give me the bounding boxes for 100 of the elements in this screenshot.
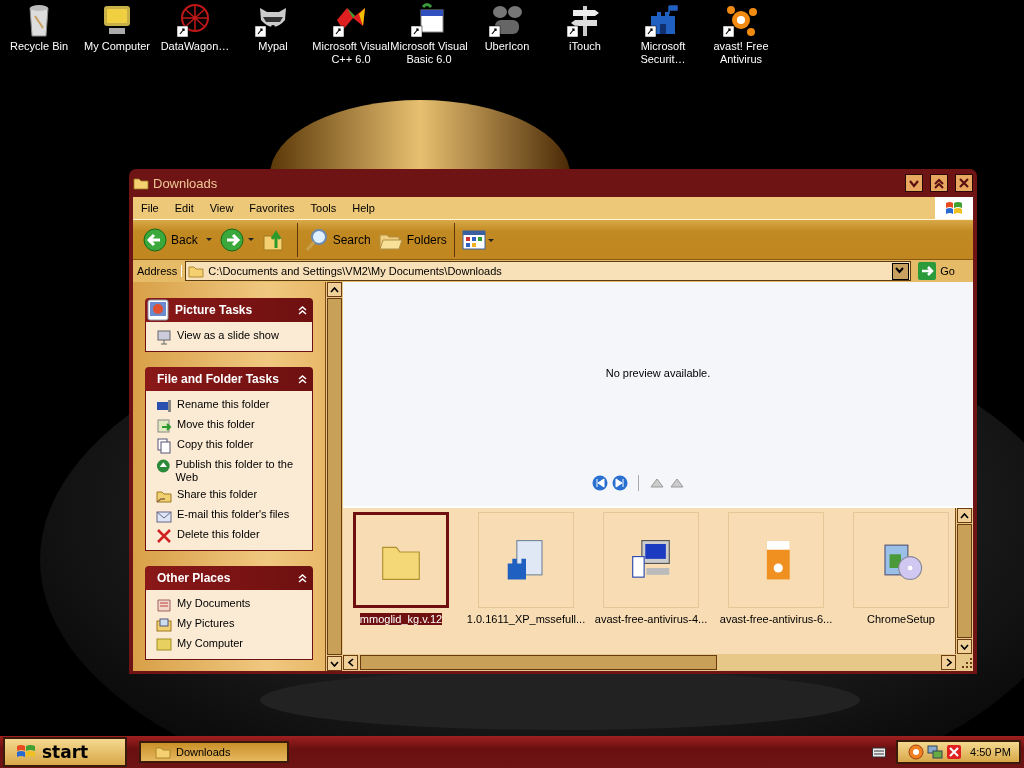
search-icon xyxy=(304,227,329,252)
move-icon xyxy=(156,418,172,434)
file-name[interactable]: ChromeSetup xyxy=(867,613,935,625)
scroll-right-button[interactable] xyxy=(941,655,956,670)
delete-icon xyxy=(156,528,172,544)
menu-item[interactable]: View xyxy=(201,202,242,214)
collapse-icon xyxy=(298,374,307,384)
menu-item[interactable]: Edit xyxy=(166,202,202,214)
scroll-up-button[interactable] xyxy=(957,508,972,523)
keyboard-icon[interactable] xyxy=(872,746,886,758)
task-link[interactable]: My Computer xyxy=(177,637,244,650)
scroll-down-button[interactable] xyxy=(957,639,972,654)
minimize-button[interactable] xyxy=(905,174,923,192)
start-button[interactable]: start xyxy=(3,737,127,767)
scroll-down-button[interactable] xyxy=(327,656,342,671)
scroll-up-button[interactable] xyxy=(327,282,342,297)
address-label: Address xyxy=(133,265,183,277)
desktop-icon-label[interactable]: My Computer xyxy=(84,40,150,53)
taskbar-button[interactable]: Downloads xyxy=(139,741,289,763)
task-link[interactable]: Copy this folder xyxy=(177,438,254,451)
close-icon xyxy=(957,176,971,190)
file-name[interactable]: avast-free-antivirus-6... xyxy=(719,613,833,625)
task-link[interactable]: Rename this folder xyxy=(177,398,270,411)
menu-item[interactable]: File xyxy=(133,202,167,214)
desktop-icon-label[interactable]: Recycle Bin xyxy=(9,40,69,53)
desktop-icon-label[interactable]: Mypal xyxy=(258,40,288,53)
task-link[interactable]: Delete this folder xyxy=(177,528,260,541)
scroll-left-button[interactable] xyxy=(343,655,358,670)
desktop-icon-label[interactable]: avast! Free Antivirus xyxy=(702,40,780,66)
next-button[interactable] xyxy=(611,475,628,491)
panel-header[interactable]: File and Folder Tasks xyxy=(145,367,313,391)
windows-flag-icon xyxy=(944,199,964,217)
copy-icon xyxy=(156,438,172,454)
menu-item[interactable]: Favorites xyxy=(241,202,303,214)
error-icon[interactable] xyxy=(946,744,962,760)
file-name[interactable]: mmoglid_kg.v.12 xyxy=(359,613,443,625)
task-link[interactable]: My Pictures xyxy=(177,617,235,630)
task-link[interactable]: Publish this folder to the Web xyxy=(175,458,306,484)
menu-item[interactable]: Tools xyxy=(302,202,345,214)
search-button[interactable]: Search xyxy=(300,225,375,254)
address-field[interactable]: C:\Documents and Settings\VM2\My Documents\Downloads xyxy=(185,261,912,281)
previous-button[interactable] xyxy=(591,475,608,491)
panel-header[interactable]: Other Places xyxy=(145,566,313,590)
collapse-icon xyxy=(298,305,307,315)
calendar-icon[interactable] xyxy=(411,2,447,38)
window-title: Downloads xyxy=(153,175,219,191)
slideshow-icon xyxy=(156,329,172,345)
desktop-icon-label[interactable]: UberIcon xyxy=(484,40,530,53)
file-name[interactable]: avast-free-antivirus-4... xyxy=(594,613,708,625)
file-name[interactable]: 1.0.1611_XP_mssefull... xyxy=(466,613,586,625)
task-link[interactable]: View as a slide show xyxy=(177,329,279,342)
double-chevron-up-icon xyxy=(932,176,946,190)
documents-icon xyxy=(156,597,172,613)
globe-icon xyxy=(156,458,171,474)
desktop-icon-label[interactable]: iTouch xyxy=(569,40,601,53)
skip-back-icon xyxy=(591,475,608,491)
pictures-icon xyxy=(156,617,172,633)
photo-icon xyxy=(147,299,169,321)
castle-icon[interactable] xyxy=(645,2,681,38)
collapse-icon xyxy=(298,573,307,583)
chevron-down-icon xyxy=(960,643,969,650)
skip-forward-icon xyxy=(611,475,628,491)
network-icon[interactable] xyxy=(927,744,943,760)
back-button[interactable]: Back xyxy=(139,225,202,254)
task-link[interactable]: My Documents xyxy=(177,597,251,610)
caret-icon[interactable] xyxy=(247,238,254,241)
desktop-icon-label[interactable]: Microsoft Securit… xyxy=(624,40,702,66)
go-button[interactable]: Go xyxy=(914,262,973,280)
desktop-icon-label[interactable]: Microsoft Visual Basic 6.0 xyxy=(390,40,468,66)
chevron-up-icon xyxy=(330,286,339,293)
go-arrow-icon xyxy=(918,262,937,280)
dropdown-button[interactable] xyxy=(892,262,910,280)
views-icon xyxy=(461,228,494,251)
circle-icon[interactable] xyxy=(908,744,924,760)
folder-icon xyxy=(188,263,205,279)
desktop-icon-label[interactable]: DataWagon… xyxy=(160,40,230,53)
clock: 4:50 PM xyxy=(970,746,1011,758)
task-link[interactable]: Share this folder xyxy=(177,488,258,501)
scroll-thumb[interactable] xyxy=(957,524,972,638)
chevron-right-icon xyxy=(945,658,952,667)
file-thumbnail[interactable] xyxy=(353,512,449,608)
chevron-left-icon xyxy=(347,658,354,667)
share-icon xyxy=(156,488,172,504)
folder-icon xyxy=(133,175,149,191)
folders-button[interactable]: Folders xyxy=(374,226,451,253)
preview-message: No preview available. xyxy=(605,367,711,379)
envelope-icon xyxy=(156,508,172,524)
chevron-down-icon xyxy=(330,660,339,667)
task-link[interactable]: E-mail this folder's files xyxy=(177,508,290,521)
chevron-up-icon xyxy=(960,512,969,519)
rename-icon xyxy=(156,398,172,414)
caret-icon[interactable] xyxy=(205,238,212,241)
task-link[interactable]: Move this folder xyxy=(177,418,255,431)
menu-item[interactable]: Help xyxy=(344,202,383,214)
scroll-thumb[interactable] xyxy=(360,655,717,670)
maximize-button[interactable] xyxy=(930,174,948,192)
panel-header[interactable]: Picture Tasks xyxy=(145,298,313,322)
close-button[interactable] xyxy=(955,174,973,192)
scroll-thumb[interactable] xyxy=(327,298,342,655)
desktop-icon-label[interactable]: Microsoft Visual C++ 6.0 xyxy=(312,40,390,66)
